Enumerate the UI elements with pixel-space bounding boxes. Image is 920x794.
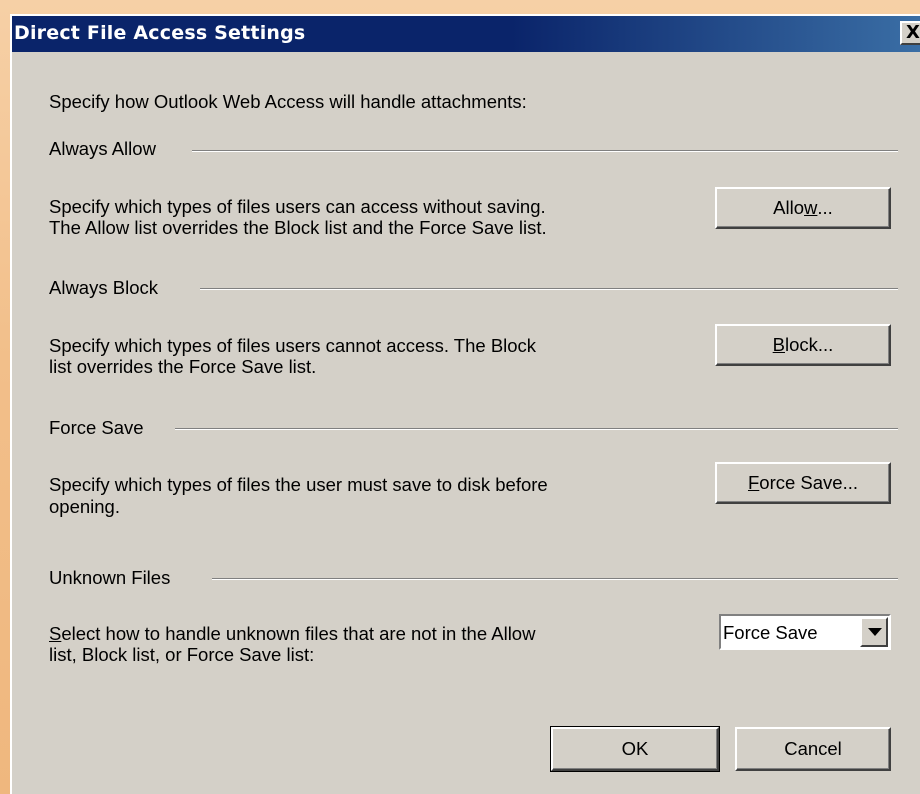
force-save-label: Force Save: [49, 417, 152, 439]
dialog-title: Direct File Access Settings: [14, 22, 306, 44]
force-save-button-label: Force Save...: [747, 472, 859, 493]
close-button[interactable]: X: [900, 21, 920, 45]
allow-button[interactable]: Allow...: [715, 187, 891, 229]
unknown-files-desc-line1: Select how to handle unknown files that …: [49, 623, 536, 644]
unknown-files-divider: [212, 578, 898, 580]
force-save-divider: [175, 428, 898, 430]
always-block-label: Always Block: [49, 277, 166, 299]
always-block-desc-line2: list overrides the Force Save list.: [49, 356, 317, 377]
force-save-button[interactable]: Force Save...: [715, 462, 891, 504]
unknown-files-label: Unknown Files: [49, 567, 179, 589]
cancel-button[interactable]: Cancel: [735, 727, 891, 771]
always-allow-desc-line1: Specify which types of files users can a…: [49, 196, 546, 217]
chevron-down-icon[interactable]: [860, 617, 888, 647]
unknown-files-desc-line2: list, Block list, or Force Save list:: [49, 644, 315, 665]
title-bar[interactable]: Direct File Access Settings X: [12, 16, 920, 52]
direct-file-access-dialog: Direct File Access Settings X Specify ho…: [10, 14, 920, 794]
ok-button[interactable]: OK: [550, 726, 720, 772]
block-button[interactable]: Block...: [715, 324, 891, 366]
unknown-files-select[interactable]: Force Save: [719, 614, 891, 650]
force-save-desc-line2: opening.: [49, 496, 120, 517]
intro-text: Specify how Outlook Web Access will hand…: [49, 91, 527, 112]
always-block-divider: [200, 288, 898, 290]
always-allow-desc-line2: The Allow list overrides the Block list …: [49, 217, 547, 238]
allow-button-label: Allow...: [773, 197, 833, 218]
always-allow-label: Always Allow: [49, 138, 164, 160]
always-block-desc-line1: Specify which types of files users canno…: [49, 335, 537, 356]
unknown-files-selected-value: Force Save: [723, 622, 818, 643]
always-allow-divider: [192, 150, 898, 152]
force-save-desc-line1: Specify which types of files the user mu…: [49, 474, 548, 495]
block-button-label: Block...: [772, 334, 834, 355]
